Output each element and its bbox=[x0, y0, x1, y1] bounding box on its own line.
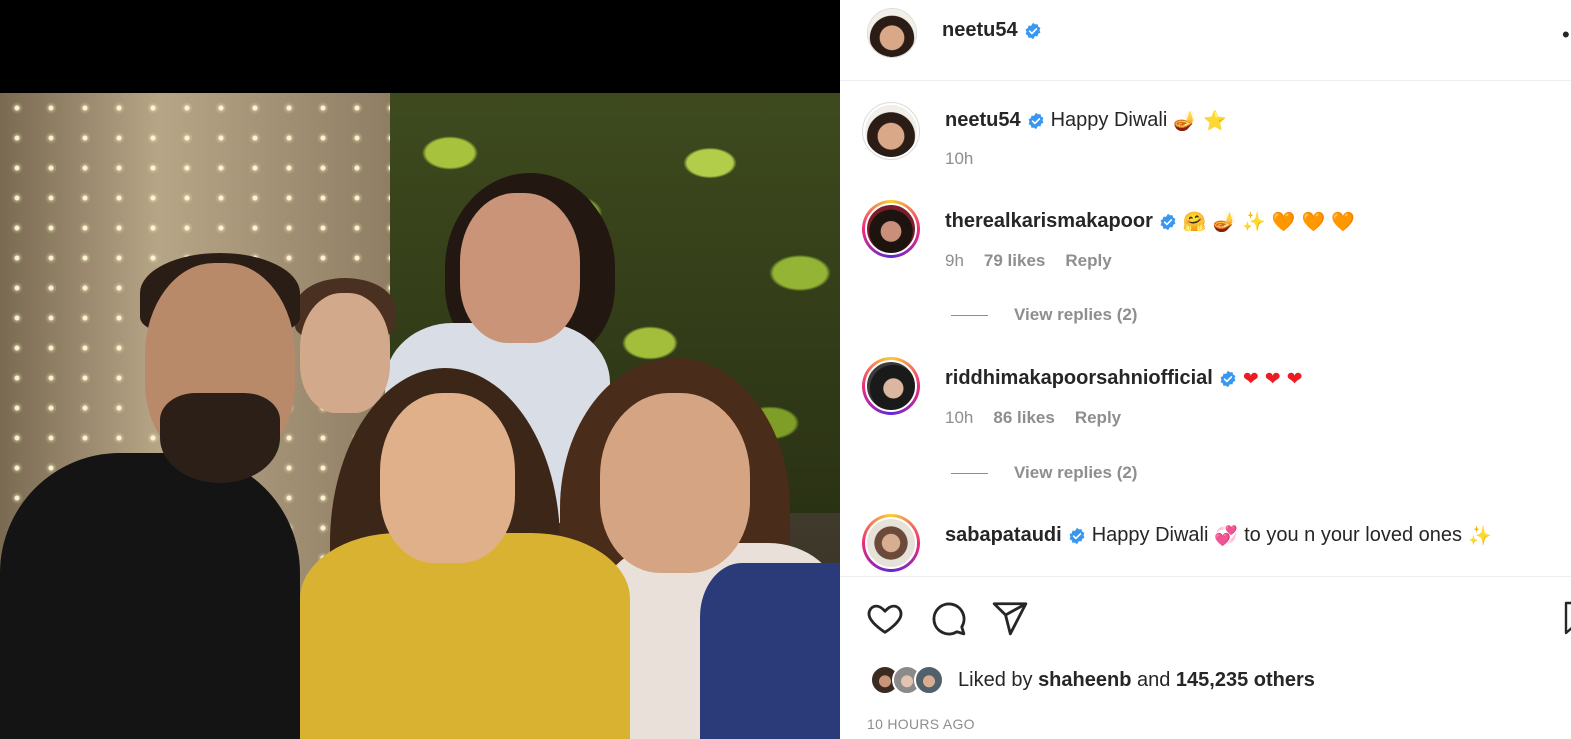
caption-time[interactable]: 10h bbox=[945, 149, 973, 169]
instagram-post-view: neetu54 • neetu54 Happy Diwali 🪔 ⭐ 10h t… bbox=[0, 0, 1571, 739]
orange-heart-emoji-icon: 🧡 bbox=[1331, 211, 1355, 233]
verified-badge-icon bbox=[1160, 213, 1176, 230]
commenter-avatar[interactable] bbox=[862, 514, 920, 572]
liker-avatar[interactable] bbox=[914, 665, 944, 695]
commenter-avatar[interactable] bbox=[862, 200, 920, 258]
likes-count[interactable]: 145,235 others bbox=[1176, 669, 1315, 691]
comment-text: Happy Diwali bbox=[1091, 524, 1209, 546]
view-replies-button[interactable]: View replies (2) bbox=[951, 305, 1137, 325]
reply-button[interactable]: Reply bbox=[1065, 251, 1111, 271]
reply-button[interactable]: Reply bbox=[1075, 408, 1121, 428]
sparkles-emoji-icon: ✨ bbox=[1468, 525, 1492, 547]
bookmark-save-icon[interactable] bbox=[1564, 601, 1571, 635]
share-send-icon[interactable] bbox=[991, 599, 1029, 637]
verified-badge-icon bbox=[1069, 527, 1085, 544]
comment-likes[interactable]: 86 likes bbox=[993, 408, 1054, 428]
verified-badge-icon bbox=[1025, 22, 1041, 39]
post-actions: Liked by shaheenb and 145,235 others 10 … bbox=[840, 576, 1571, 739]
orange-heart-emoji-icon: 🧡 bbox=[1271, 211, 1296, 233]
caption-text: Happy Diwali bbox=[1050, 109, 1168, 131]
post-header: neetu54 • bbox=[840, 0, 1571, 81]
star-emoji-icon: ⭐ bbox=[1202, 110, 1227, 132]
post-timestamp[interactable]: 10 HOURS AGO bbox=[867, 716, 975, 732]
commenter-avatar[interactable] bbox=[862, 357, 920, 415]
sparkles-emoji-icon: ✨ bbox=[1242, 211, 1266, 233]
comment-time[interactable]: 9h bbox=[945, 251, 964, 271]
caption-username[interactable]: neetu54 bbox=[945, 109, 1021, 132]
comment-bubble-icon[interactable] bbox=[929, 599, 967, 637]
comment-username[interactable]: riddhimakapoorsahniofficial bbox=[945, 367, 1213, 390]
verified-badge-icon bbox=[1220, 370, 1236, 387]
orange-heart-emoji-icon: 🧡 bbox=[1301, 211, 1326, 233]
more-options-icon[interactable]: • bbox=[1562, 22, 1570, 48]
post-side-panel: neetu54 • neetu54 Happy Diwali 🪔 ⭐ 10h t… bbox=[840, 0, 1571, 739]
likes-summary: Liked by shaheenb and 145,235 others bbox=[870, 665, 1315, 695]
author-avatar[interactable] bbox=[867, 8, 917, 58]
post-media bbox=[0, 0, 840, 739]
comment-username[interactable]: therealkarismakapoor bbox=[945, 210, 1153, 233]
comment-time[interactable]: 10h bbox=[945, 408, 973, 428]
post-photo[interactable] bbox=[0, 93, 840, 739]
comments-list: neetu54 Happy Diwali 🪔 ⭐ 10h therealkari… bbox=[840, 82, 1571, 576]
revolving-hearts-emoji-icon: 💞 bbox=[1214, 525, 1239, 547]
diya-emoji-icon: 🪔 bbox=[1173, 110, 1197, 132]
like-heart-icon[interactable] bbox=[866, 599, 904, 637]
author-username[interactable]: neetu54 bbox=[942, 19, 1018, 42]
comment-likes[interactable]: 79 likes bbox=[984, 251, 1045, 271]
red-heart-emoji-icon: ❤ bbox=[1242, 367, 1259, 390]
caption-avatar[interactable] bbox=[862, 102, 920, 160]
red-heart-emoji-icon: ❤ bbox=[1264, 367, 1281, 390]
liker-username[interactable]: shaheenb bbox=[1038, 669, 1131, 691]
diya-emoji-icon: 🪔 bbox=[1212, 211, 1237, 233]
hugging-emoji-icon: 🤗 bbox=[1182, 211, 1207, 233]
verified-badge-icon bbox=[1028, 112, 1044, 129]
view-replies-button[interactable]: View replies (2) bbox=[951, 463, 1137, 483]
comment-text: to you n your loved ones bbox=[1244, 524, 1463, 546]
comment-username[interactable]: sabapataudi bbox=[945, 524, 1062, 547]
red-heart-emoji-icon: ❤ bbox=[1286, 367, 1303, 390]
